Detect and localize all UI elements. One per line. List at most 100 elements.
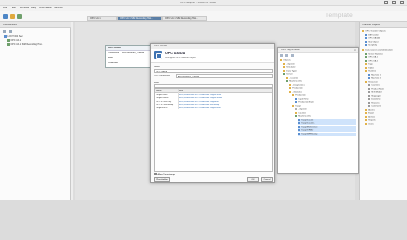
node-item-value: Production [108,62,119,64]
tag-browser-window: OPC Tag browser ✕ Objects _System Simula… [277,47,359,174]
menu-window[interactable]: Window [20,7,29,10]
row-item: ns=2;s=Machine.01C.Production.TargetVRII… [179,107,222,110]
folder-icon [280,59,283,62]
object-icon [365,37,368,40]
list-item[interactable]: Users [365,122,374,126]
tag-browser-title: OPC Tag browser [281,49,300,52]
folder-icon [283,69,286,72]
folder-icon [365,66,368,69]
server-icon [365,52,368,55]
timestamps-checkbox-row[interactable]: Allow Timestamps [154,172,176,176]
folder-icon [283,66,286,69]
node-items-label: Items [108,57,114,59]
add-connection-icon[interactable] [3,30,6,33]
server-icon [365,56,368,59]
close-icon[interactable]: ✕ [354,49,356,52]
collapse-icon[interactable] [285,54,289,57]
close-icon[interactable] [400,1,404,4]
menu-information[interactable]: Information [39,7,52,10]
list-item[interactable]: ScriptObj [365,44,377,47]
menu-service[interactable]: Service [54,7,63,10]
window-controls [381,1,404,5]
tag-icon [298,132,301,135]
server-icon [283,73,286,76]
object-icon [365,33,368,36]
row-name: TargetVRIID [156,107,168,110]
connections-panel: Connections LOOT 004 Sec OPC UA 1 OPC UA… [0,22,71,200]
machine-icon [368,73,371,76]
transfer-objects-panel: Transfer Objects OPC Transfer Objects DB… [359,22,407,200]
tree-item-selected[interactable]: TargetWRStamp [298,132,356,136]
name-field-value: OPC UA/DA [156,70,168,73]
object-icon [368,91,371,94]
folder-icon [292,94,295,97]
object-icon [368,87,371,90]
menu-file[interactable]: File [3,7,7,10]
grid-header-name[interactable]: Name [156,90,162,92]
tag-browser-titlebar: OPC Tag browser ✕ [278,48,358,53]
tag-icon [298,118,301,121]
ok-button[interactable]: OK [247,177,259,182]
dialog-heading: OPC UA/DA [165,51,186,55]
tag-browser-toolbar [280,54,295,58]
object-icon [368,94,371,97]
timestamps-label: Allow Timestamps [157,173,176,176]
folder-icon [365,108,368,111]
folder-icon [283,62,286,65]
server-icon [365,59,368,62]
expand-icon[interactable] [280,54,283,57]
tag-icon [298,129,301,132]
folder-icon [365,70,368,73]
items-grid[interactable]: Name Item TargetCount ns=2;s=Machine.01C… [154,88,273,172]
grid-header: Name Item [155,89,272,93]
tag-icon [298,125,301,128]
menu-help[interactable]: Help [31,7,36,10]
chevron-down-icon: ▾ [178,75,180,78]
folder-icon [289,83,292,86]
node-connection-label: Connection [108,52,120,54]
server-icon [7,39,10,42]
maximize-icon[interactable] [392,1,397,4]
refresh-icon[interactable] [290,54,294,57]
refresh-icon[interactable] [8,30,12,33]
minimize-icon[interactable] [384,1,389,4]
open-icon[interactable] [10,14,15,19]
folder-icon [289,87,292,90]
tab-opc-ua-1[interactable]: OPC UA 1 [87,16,117,21]
folder-icon [362,49,365,52]
object-icon [368,105,371,108]
tab-recording-hist[interactable]: OPC UA 1 SIM Recording Hist... [117,16,162,21]
folder-icon [292,104,295,107]
new-icon[interactable] [3,14,8,19]
cancel-button[interactable]: Cancel [261,177,273,182]
connections-title: Connections [3,23,18,26]
folder-icon [365,122,368,125]
connection-label: OPC connection [154,75,170,77]
table-row[interactable]: TargetVRIID ns=2;s=Machine.01C.Productio… [155,107,272,110]
transfer-objects-title: Transfer Objects [362,23,381,26]
name-field[interactable]: OPC UA/DA [154,69,273,73]
connections-toolbar [3,30,14,34]
name-label: Name [154,66,160,68]
dialog-window-title: OPC UA/DA [154,45,168,48]
save-icon[interactable] [17,14,22,19]
timestamps-checkbox[interactable] [154,172,157,175]
placeholder-button[interactable]: Placeholder [154,177,170,182]
database-icon [4,35,7,38]
folder-icon [365,112,368,115]
tab-recording-hist-2[interactable]: OPC UA 1 SIM Recording Hist... [162,16,207,21]
menu-edit[interactable]: Edit [12,7,16,10]
object-icon [365,44,368,47]
gear-icon [295,108,298,111]
connection-select[interactable]: KEPServerEX_Tutorial ▾ [176,74,273,78]
folder-icon [286,76,289,79]
folder-icon [365,80,368,83]
folder-icon [365,119,368,122]
opc-config-dialog: OPC UA/DA OPC UA/DA Configure OPC transf… [150,43,275,183]
node-connection-value: KEPServerEX_Tutorial [122,52,145,54]
tree-item[interactable]: OPC UA 1 SIM Recording Hist... [7,43,43,47]
folder-icon [365,115,368,118]
opc-node-title: OPC UA/DA [108,47,121,49]
connections-header: Connections [0,22,71,28]
grid-header-item[interactable]: Item [179,90,183,92]
